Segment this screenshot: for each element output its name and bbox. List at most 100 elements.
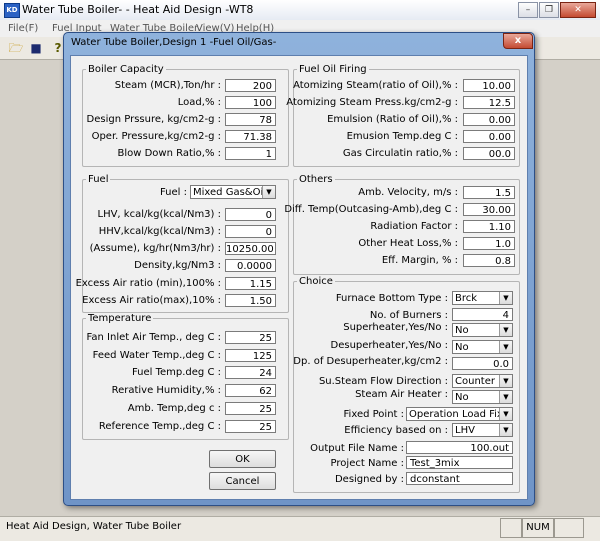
fuel-temp-label: Fuel Temp.deg C : (131, 367, 221, 378)
excess-air-min-input[interactable]: 1.15 (225, 277, 276, 290)
designed-by-input[interactable]: dconstant (406, 472, 513, 485)
fuel-oil-firing-title: Fuel Oil Firing (297, 64, 369, 75)
steam-mcr-label: Steam (MCR),Ton/hr : (114, 80, 221, 91)
furnace-bottom-type-select[interactable]: Brck ▼ (452, 291, 513, 305)
no-of-burners-input[interactable]: 4 (452, 308, 513, 321)
atomizing-steam-ratio-input[interactable]: 10.00 (463, 79, 515, 92)
chevron-down-icon[interactable]: ▼ (499, 292, 512, 304)
ok-button[interactable]: OK (209, 450, 276, 468)
others-title: Others (297, 174, 335, 185)
oper-pressure-input[interactable]: 71.38 (225, 130, 276, 143)
chevron-down-icon[interactable]: ▼ (499, 408, 512, 420)
app-title: Water Tube Boiler- - Heat Aid Design -WT… (22, 3, 254, 16)
chevron-down-icon[interactable]: ▼ (262, 186, 275, 198)
efficiency-based-on-label: Efficiency based on : (344, 425, 448, 436)
chevron-down-icon[interactable]: ▼ (499, 341, 512, 353)
excess-air-max-label: Excess Air ratio(max),10% : (82, 295, 221, 306)
su-steam-flow-select[interactable]: Counter ▼ (452, 374, 513, 388)
dp-desuperheater-input[interactable]: 0.0 (452, 357, 513, 370)
emulsion-ratio-input[interactable]: 0.00 (463, 113, 515, 126)
fuel-title: Fuel (86, 174, 111, 185)
amb-velocity-input[interactable]: 1.5 (463, 186, 515, 199)
dialog-title: Water Tube Boiler,Design 1 -Fuel Oil/Gas… (71, 37, 277, 48)
menu-file[interactable]: File(F) (8, 23, 38, 34)
chevron-down-icon[interactable]: ▼ (499, 375, 512, 387)
project-name-label: Project Name : (330, 458, 404, 469)
steam-air-heater-select[interactable]: No ▼ (452, 390, 513, 404)
dp-desuperheater-label: Dp. of Desuperheater,kg/cm2 : (293, 356, 448, 367)
fan-inlet-temp-input[interactable]: 25 (225, 331, 276, 344)
design-pressure-label: Design Prssure, kg/cm2-g : (86, 114, 221, 125)
radiation-factor-input[interactable]: 1.10 (463, 220, 515, 233)
project-name-input[interactable]: Test_3mix (406, 456, 513, 469)
restore-button[interactable]: ❐ (539, 2, 559, 18)
blow-down-input[interactable]: 1 (225, 147, 276, 160)
atomizing-steam-press-input[interactable]: 12.5 (463, 96, 515, 109)
su-steam-flow-label: Su.Steam Flow Direction : (318, 376, 448, 387)
other-heat-loss-label: Other Heat Loss,% : (358, 238, 458, 249)
open-folder-icon[interactable]: 🗁 (8, 40, 24, 56)
hhv-input[interactable]: 0 (225, 225, 276, 238)
gas-circulation-input[interactable]: 00.0 (463, 147, 515, 160)
status-pane-scrl (554, 518, 584, 538)
chevron-down-icon[interactable]: ▼ (499, 424, 512, 436)
radiation-factor-label: Radiation Factor : (370, 221, 458, 232)
eff-margin-input[interactable]: 0.8 (463, 254, 515, 267)
fixed-point-select[interactable]: Operation Load Fix. ▼ (406, 407, 513, 421)
density-label: Density,kg/Nm3 : (134, 260, 221, 271)
reference-temp-input[interactable]: 25 (225, 420, 276, 433)
efficiency-based-on-select[interactable]: LHV ▼ (452, 423, 513, 437)
dialog-close-button[interactable]: x (503, 33, 533, 49)
fuel-temp-input[interactable]: 24 (225, 366, 276, 379)
boiler-capacity-title: Boiler Capacity (86, 64, 166, 75)
amb-velocity-label: Amb. Velocity, m/s : (358, 187, 458, 198)
humidity-input[interactable]: 62 (225, 384, 276, 397)
feed-water-temp-label: Feed Water Temp.,deg C : (92, 350, 221, 361)
lhv-input[interactable]: 0 (225, 208, 276, 221)
design-pressure-input[interactable]: 78 (225, 113, 276, 126)
atomizing-steam-ratio-label: Atomizing Steam(ratio of Oil),% : (293, 80, 458, 91)
temperature-title: Temperature (86, 313, 154, 324)
other-heat-loss-input[interactable]: 1.0 (463, 237, 515, 250)
diff-temp-input[interactable]: 30.00 (463, 203, 515, 216)
furnace-bottom-type-label: Furnace Bottom Type : (335, 293, 448, 304)
chevron-down-icon[interactable]: ▼ (499, 391, 512, 403)
steam-air-heater-label: Steam Air Heater : (355, 389, 448, 400)
fuel-select[interactable]: Mixed Gas&Oil ▼ (190, 185, 276, 199)
output-file-name-input[interactable]: 100.out (406, 441, 513, 454)
assume-label: (Assume), kg/hr(Nm3/hr) : (89, 243, 221, 254)
desuperheater-label: Desuperheater,Yes/No : (330, 340, 448, 351)
amb-temp-input[interactable]: 25 (225, 402, 276, 415)
cancel-button[interactable]: Cancel (209, 472, 276, 490)
density-input[interactable]: 0.0000 (225, 259, 276, 272)
close-window-button[interactable]: ✕ (560, 2, 596, 18)
no-of-burners-label: No. of Burners : (369, 310, 448, 321)
hhv-label: HHV,kcal/kg(kcal/Nm3) : (98, 226, 221, 237)
excess-air-max-input[interactable]: 1.50 (225, 294, 276, 307)
load-label: Load,% : (177, 97, 221, 108)
oper-pressure-label: Oper. Pressure,kg/cm2-g : (91, 131, 221, 142)
assume-input[interactable]: 10250.00 (225, 242, 276, 255)
chevron-down-icon[interactable]: ▼ (499, 324, 512, 336)
fixed-point-label: Fixed Point : (343, 409, 404, 420)
feed-water-temp-input[interactable]: 125 (225, 349, 276, 362)
desuperheater-select[interactable]: No ▼ (452, 340, 513, 354)
gas-circulation-label: Gas Circulatin ratio,% : (342, 148, 458, 159)
minimize-button[interactable]: – (518, 2, 538, 18)
lhv-label: LHV, kcal/kg(kcal/Nm3) : (97, 209, 222, 220)
save-icon[interactable]: ■ (28, 40, 44, 56)
superheater-select[interactable]: No ▼ (452, 323, 513, 337)
status-pane-empty (500, 518, 522, 538)
excess-air-min-label: Excess Air ratio (min),100% : (75, 278, 221, 289)
eff-margin-label: Eff. Margin, % : (381, 255, 458, 266)
atomizing-steam-press-label: Atomizing Steam Press.kg/cm2-g : (286, 97, 458, 108)
fan-inlet-temp-label: Fan Inlet Air Temp., deg C : (86, 332, 221, 343)
diff-temp-label: Diff. Temp(Outcasing-Amb),deg C : (284, 204, 458, 215)
status-text: Heat Aid Design, Water Tube Boiler (6, 521, 182, 532)
steam-mcr-input[interactable]: 200 (225, 79, 276, 92)
load-input[interactable]: 100 (225, 96, 276, 109)
blow-down-label: Blow Down Ratio,% : (117, 148, 221, 159)
emulsion-temp-input[interactable]: 0.00 (463, 130, 515, 143)
output-file-name-label: Output File Name : (310, 443, 404, 454)
amb-temp-label: Amb. Temp,deg c : (127, 403, 221, 414)
